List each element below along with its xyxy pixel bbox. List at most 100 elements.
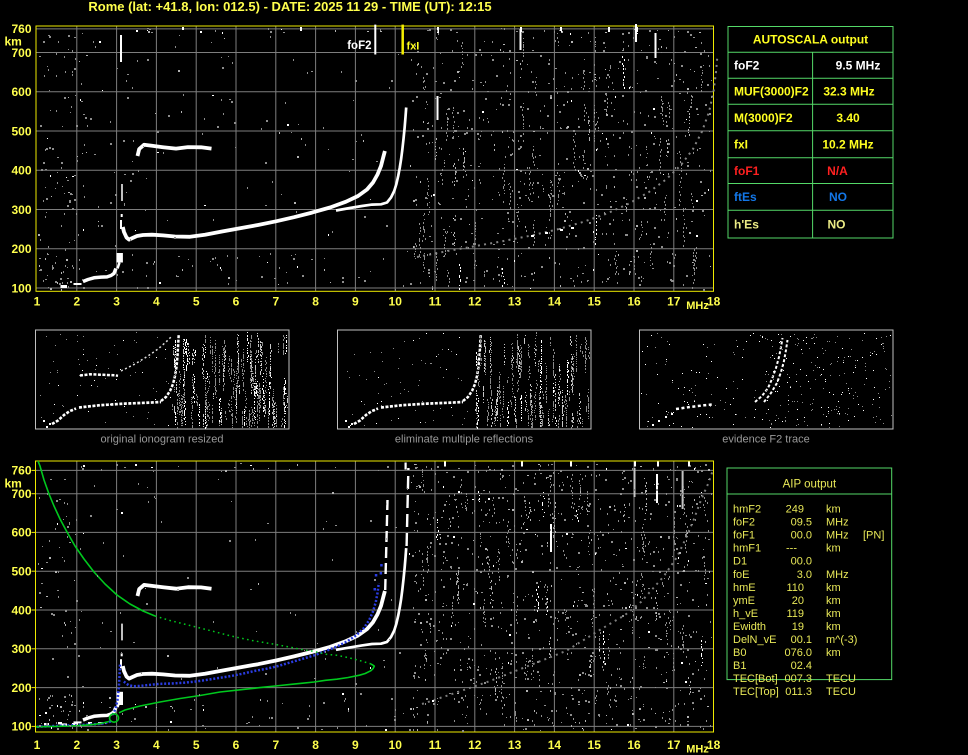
- svg-text:foE: foE: [733, 569, 750, 581]
- svg-text:MHz: MHz: [686, 744, 709, 755]
- svg-text:2: 2: [73, 738, 80, 752]
- svg-text:foF2: foF2: [347, 40, 371, 52]
- svg-text:9: 9: [352, 738, 359, 752]
- svg-text:14: 14: [548, 295, 562, 309]
- svg-text:h'Es: h'Es: [734, 217, 759, 231]
- svg-text:AIP output: AIP output: [783, 479, 837, 491]
- svg-text:500: 500: [11, 124, 31, 138]
- svg-text:MHz: MHz: [686, 300, 709, 312]
- svg-text:B0: B0: [733, 647, 746, 659]
- svg-text:foF2: foF2: [734, 59, 760, 73]
- svg-text:fxI: fxI: [407, 41, 420, 53]
- svg-text:Rome (lat: +41.8, lon: 012.5): Rome (lat: +41.8, lon: 012.5) - DATE: 20…: [88, 0, 491, 14]
- svg-text:5: 5: [193, 738, 200, 752]
- svg-text:---: ---: [786, 543, 797, 555]
- svg-text:09.5: 09.5: [791, 517, 812, 529]
- svg-text:16: 16: [627, 738, 641, 752]
- svg-text:hmF1: hmF1: [733, 543, 761, 555]
- svg-text:17: 17: [667, 738, 681, 752]
- svg-text:km: km: [826, 595, 841, 607]
- svg-text:1: 1: [34, 738, 41, 752]
- svg-text:km: km: [826, 621, 841, 633]
- svg-text:4: 4: [153, 295, 160, 309]
- svg-text:11: 11: [429, 738, 442, 752]
- svg-text:foF1: foF1: [734, 164, 760, 178]
- svg-text:8: 8: [312, 295, 319, 309]
- svg-text:10.2 MHz: 10.2 MHz: [822, 138, 873, 152]
- svg-text:km: km: [5, 477, 22, 491]
- svg-text:32.3 MHz: 32.3 MHz: [823, 85, 874, 99]
- svg-text:13: 13: [508, 295, 522, 309]
- svg-text:200: 200: [11, 242, 31, 256]
- svg-text:100: 100: [11, 281, 31, 295]
- svg-text:7: 7: [272, 738, 279, 752]
- svg-text:Ewidth: Ewidth: [733, 621, 766, 633]
- svg-text:N/A: N/A: [827, 164, 848, 178]
- svg-text:300: 300: [11, 203, 31, 217]
- svg-text:17: 17: [667, 295, 681, 309]
- svg-text:16: 16: [627, 295, 641, 309]
- svg-text:MHz: MHz: [826, 517, 849, 529]
- svg-text:119: 119: [786, 608, 804, 620]
- svg-text:600: 600: [11, 526, 31, 540]
- svg-text:400: 400: [11, 164, 31, 178]
- svg-text:MUF(3000)F2: MUF(3000)F2: [734, 85, 809, 99]
- svg-text:15: 15: [588, 738, 602, 752]
- svg-text:h_vE: h_vE: [733, 608, 758, 620]
- svg-text:110: 110: [786, 582, 804, 594]
- svg-text:3.0: 3.0: [797, 569, 812, 581]
- svg-text:TECU: TECU: [826, 673, 856, 685]
- svg-text:MHz: MHz: [826, 530, 849, 542]
- svg-text:km: km: [5, 35, 22, 49]
- svg-text:20: 20: [792, 595, 804, 607]
- svg-text:[PN]: [PN]: [863, 530, 884, 542]
- svg-text:TECU: TECU: [826, 686, 856, 698]
- svg-text:hmF2: hmF2: [733, 504, 761, 516]
- svg-text:B1: B1: [733, 660, 746, 672]
- svg-text:m^(-3): m^(-3): [826, 634, 857, 646]
- svg-text:9.5 MHz: 9.5 MHz: [836, 59, 881, 73]
- svg-text:foF2: foF2: [733, 517, 755, 529]
- svg-text:13: 13: [508, 738, 522, 752]
- svg-text:km: km: [826, 608, 841, 620]
- svg-text:00.1: 00.1: [791, 634, 812, 646]
- svg-text:200: 200: [11, 681, 31, 695]
- svg-text:4: 4: [153, 738, 160, 752]
- svg-text:km: km: [826, 504, 841, 516]
- svg-text:foF1: foF1: [733, 530, 755, 542]
- svg-text:007.3: 007.3: [784, 673, 812, 685]
- svg-text:02.4: 02.4: [791, 660, 812, 672]
- svg-text:15: 15: [588, 295, 602, 309]
- svg-text:km: km: [826, 582, 841, 594]
- svg-text:100: 100: [11, 720, 31, 734]
- svg-text:NO: NO: [829, 190, 847, 204]
- svg-text:400: 400: [11, 603, 31, 617]
- svg-text:8: 8: [312, 738, 319, 752]
- svg-text:18: 18: [707, 738, 721, 752]
- svg-text:TEC[Bot]: TEC[Bot]: [733, 673, 778, 685]
- svg-text:10: 10: [389, 295, 403, 309]
- svg-text:km: km: [826, 647, 841, 659]
- svg-text:evidence F2 trace: evidence F2 trace: [722, 433, 809, 445]
- svg-text:14: 14: [548, 738, 562, 752]
- svg-text:00.0: 00.0: [791, 530, 812, 542]
- svg-text:MHz: MHz: [826, 569, 849, 581]
- svg-text:2: 2: [73, 295, 80, 309]
- svg-text:500: 500: [11, 565, 31, 579]
- svg-text:00.0: 00.0: [791, 556, 812, 568]
- svg-text:3: 3: [113, 295, 120, 309]
- svg-text:3: 3: [113, 738, 120, 752]
- svg-text:6: 6: [233, 295, 240, 309]
- svg-text:7: 7: [272, 295, 279, 309]
- svg-text:011.3: 011.3: [785, 686, 812, 698]
- svg-text:NO: NO: [828, 217, 846, 231]
- svg-text:10: 10: [389, 738, 403, 752]
- svg-text:249: 249: [786, 504, 804, 516]
- svg-text:12: 12: [468, 295, 482, 309]
- svg-text:original ionogram resized: original ionogram resized: [101, 433, 224, 445]
- svg-text:12: 12: [468, 738, 482, 752]
- svg-text:11: 11: [429, 295, 442, 309]
- svg-text:19: 19: [792, 621, 804, 633]
- svg-text:ftEs: ftEs: [734, 190, 757, 204]
- svg-text:9: 9: [352, 295, 359, 309]
